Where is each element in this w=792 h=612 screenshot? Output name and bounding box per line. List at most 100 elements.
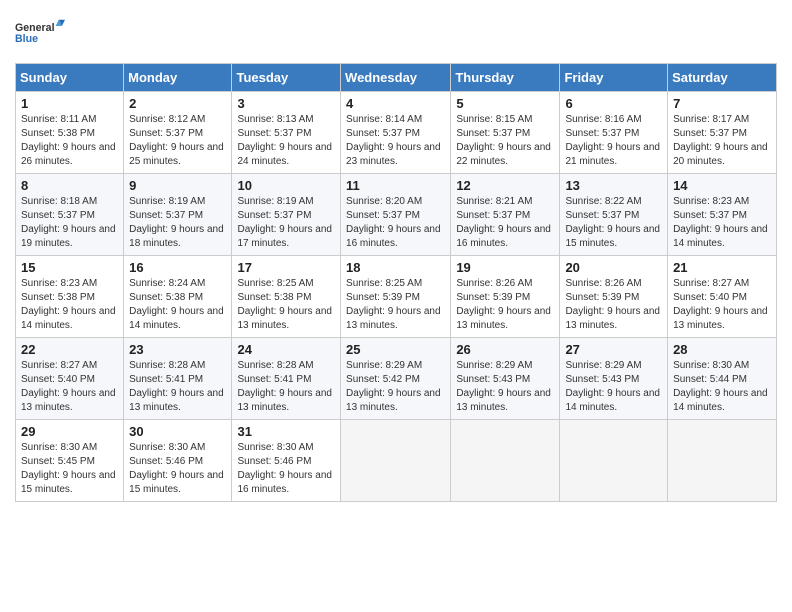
- day-number: 2: [129, 96, 226, 111]
- calendar-cell: 9 Sunrise: 8:19 AMSunset: 5:37 PMDayligh…: [124, 174, 232, 256]
- calendar-cell: 21 Sunrise: 8:27 AMSunset: 5:40 PMDaylig…: [668, 256, 777, 338]
- calendar-cell: 25 Sunrise: 8:29 AMSunset: 5:42 PMDaylig…: [341, 338, 451, 420]
- day-info: Sunrise: 8:23 AMSunset: 5:37 PMDaylight:…: [673, 195, 771, 251]
- day-number: 20: [565, 260, 662, 275]
- day-number: 1: [21, 96, 118, 111]
- day-number: 13: [565, 178, 662, 193]
- calendar-cell: 13 Sunrise: 8:22 AMSunset: 5:37 PMDaylig…: [560, 174, 668, 256]
- day-info: Sunrise: 8:30 AMSunset: 5:45 PMDaylight:…: [21, 441, 118, 497]
- day-number: 24: [237, 342, 335, 357]
- day-number: 17: [237, 260, 335, 275]
- calendar: SundayMondayTuesdayWednesdayThursdayFrid…: [15, 63, 777, 502]
- calendar-cell: 23 Sunrise: 8:28 AMSunset: 5:41 PMDaylig…: [124, 338, 232, 420]
- calendar-cell: 16 Sunrise: 8:24 AMSunset: 5:38 PMDaylig…: [124, 256, 232, 338]
- day-number: 30: [129, 424, 226, 439]
- weekday-header-tuesday: Tuesday: [232, 64, 341, 92]
- calendar-cell: [341, 420, 451, 502]
- calendar-cell: 27 Sunrise: 8:29 AMSunset: 5:43 PMDaylig…: [560, 338, 668, 420]
- logo: General Blue: [15, 10, 65, 55]
- day-number: 8: [21, 178, 118, 193]
- day-number: 23: [129, 342, 226, 357]
- day-number: 22: [21, 342, 118, 357]
- week-row-3: 15 Sunrise: 8:23 AMSunset: 5:38 PMDaylig…: [16, 256, 777, 338]
- day-info: Sunrise: 8:15 AMSunset: 5:37 PMDaylight:…: [456, 113, 554, 169]
- calendar-cell: 1 Sunrise: 8:11 AMSunset: 5:38 PMDayligh…: [16, 92, 124, 174]
- calendar-cell: [668, 420, 777, 502]
- calendar-cell: 12 Sunrise: 8:21 AMSunset: 5:37 PMDaylig…: [451, 174, 560, 256]
- day-number: 18: [346, 260, 445, 275]
- day-number: 12: [456, 178, 554, 193]
- day-info: Sunrise: 8:25 AMSunset: 5:39 PMDaylight:…: [346, 277, 445, 333]
- calendar-cell: 19 Sunrise: 8:26 AMSunset: 5:39 PMDaylig…: [451, 256, 560, 338]
- day-info: Sunrise: 8:30 AMSunset: 5:46 PMDaylight:…: [237, 441, 335, 497]
- calendar-cell: 5 Sunrise: 8:15 AMSunset: 5:37 PMDayligh…: [451, 92, 560, 174]
- day-number: 10: [237, 178, 335, 193]
- day-number: 7: [673, 96, 771, 111]
- day-info: Sunrise: 8:22 AMSunset: 5:37 PMDaylight:…: [565, 195, 662, 251]
- day-info: Sunrise: 8:30 AMSunset: 5:44 PMDaylight:…: [673, 359, 771, 415]
- calendar-cell: 26 Sunrise: 8:29 AMSunset: 5:43 PMDaylig…: [451, 338, 560, 420]
- day-info: Sunrise: 8:30 AMSunset: 5:46 PMDaylight:…: [129, 441, 226, 497]
- day-info: Sunrise: 8:29 AMSunset: 5:43 PMDaylight:…: [456, 359, 554, 415]
- day-number: 16: [129, 260, 226, 275]
- weekday-header-row: SundayMondayTuesdayWednesdayThursdayFrid…: [16, 64, 777, 92]
- day-info: Sunrise: 8:23 AMSunset: 5:38 PMDaylight:…: [21, 277, 118, 333]
- day-number: 28: [673, 342, 771, 357]
- day-info: Sunrise: 8:28 AMSunset: 5:41 PMDaylight:…: [237, 359, 335, 415]
- calendar-cell: 22 Sunrise: 8:27 AMSunset: 5:40 PMDaylig…: [16, 338, 124, 420]
- calendar-cell: 15 Sunrise: 8:23 AMSunset: 5:38 PMDaylig…: [16, 256, 124, 338]
- logo-svg: General Blue: [15, 10, 65, 55]
- calendar-cell: 18 Sunrise: 8:25 AMSunset: 5:39 PMDaylig…: [341, 256, 451, 338]
- day-number: 29: [21, 424, 118, 439]
- day-number: 3: [237, 96, 335, 111]
- day-info: Sunrise: 8:19 AMSunset: 5:37 PMDaylight:…: [129, 195, 226, 251]
- calendar-cell: [560, 420, 668, 502]
- calendar-cell: 17 Sunrise: 8:25 AMSunset: 5:38 PMDaylig…: [232, 256, 341, 338]
- weekday-header-friday: Friday: [560, 64, 668, 92]
- day-number: 25: [346, 342, 445, 357]
- day-info: Sunrise: 8:29 AMSunset: 5:42 PMDaylight:…: [346, 359, 445, 415]
- weekday-header-monday: Monday: [124, 64, 232, 92]
- day-info: Sunrise: 8:27 AMSunset: 5:40 PMDaylight:…: [673, 277, 771, 333]
- weekday-header-saturday: Saturday: [668, 64, 777, 92]
- day-info: Sunrise: 8:13 AMSunset: 5:37 PMDaylight:…: [237, 113, 335, 169]
- day-info: Sunrise: 8:14 AMSunset: 5:37 PMDaylight:…: [346, 113, 445, 169]
- day-info: Sunrise: 8:16 AMSunset: 5:37 PMDaylight:…: [565, 113, 662, 169]
- day-info: Sunrise: 8:18 AMSunset: 5:37 PMDaylight:…: [21, 195, 118, 251]
- svg-text:General: General: [15, 22, 55, 34]
- calendar-cell: 14 Sunrise: 8:23 AMSunset: 5:37 PMDaylig…: [668, 174, 777, 256]
- page: General Blue SundayMondayTuesdayWednesda…: [0, 0, 792, 612]
- day-number: 15: [21, 260, 118, 275]
- day-number: 5: [456, 96, 554, 111]
- day-info: Sunrise: 8:27 AMSunset: 5:40 PMDaylight:…: [21, 359, 118, 415]
- weekday-header-sunday: Sunday: [16, 64, 124, 92]
- calendar-cell: 6 Sunrise: 8:16 AMSunset: 5:37 PMDayligh…: [560, 92, 668, 174]
- day-info: Sunrise: 8:26 AMSunset: 5:39 PMDaylight:…: [456, 277, 554, 333]
- week-row-4: 22 Sunrise: 8:27 AMSunset: 5:40 PMDaylig…: [16, 338, 777, 420]
- day-number: 26: [456, 342, 554, 357]
- day-number: 19: [456, 260, 554, 275]
- header: General Blue: [15, 10, 777, 55]
- day-number: 4: [346, 96, 445, 111]
- day-info: Sunrise: 8:11 AMSunset: 5:38 PMDaylight:…: [21, 113, 118, 169]
- day-info: Sunrise: 8:21 AMSunset: 5:37 PMDaylight:…: [456, 195, 554, 251]
- week-row-2: 8 Sunrise: 8:18 AMSunset: 5:37 PMDayligh…: [16, 174, 777, 256]
- calendar-cell: 24 Sunrise: 8:28 AMSunset: 5:41 PMDaylig…: [232, 338, 341, 420]
- day-number: 9: [129, 178, 226, 193]
- day-number: 21: [673, 260, 771, 275]
- calendar-cell: 8 Sunrise: 8:18 AMSunset: 5:37 PMDayligh…: [16, 174, 124, 256]
- week-row-1: 1 Sunrise: 8:11 AMSunset: 5:38 PMDayligh…: [16, 92, 777, 174]
- calendar-cell: 30 Sunrise: 8:30 AMSunset: 5:46 PMDaylig…: [124, 420, 232, 502]
- day-info: Sunrise: 8:19 AMSunset: 5:37 PMDaylight:…: [237, 195, 335, 251]
- weekday-header-wednesday: Wednesday: [341, 64, 451, 92]
- day-info: Sunrise: 8:28 AMSunset: 5:41 PMDaylight:…: [129, 359, 226, 415]
- day-number: 31: [237, 424, 335, 439]
- calendar-cell: 4 Sunrise: 8:14 AMSunset: 5:37 PMDayligh…: [341, 92, 451, 174]
- day-number: 11: [346, 178, 445, 193]
- calendar-cell: 20 Sunrise: 8:26 AMSunset: 5:39 PMDaylig…: [560, 256, 668, 338]
- calendar-cell: 10 Sunrise: 8:19 AMSunset: 5:37 PMDaylig…: [232, 174, 341, 256]
- day-info: Sunrise: 8:17 AMSunset: 5:37 PMDaylight:…: [673, 113, 771, 169]
- day-info: Sunrise: 8:26 AMSunset: 5:39 PMDaylight:…: [565, 277, 662, 333]
- weekday-header-thursday: Thursday: [451, 64, 560, 92]
- calendar-cell: 2 Sunrise: 8:12 AMSunset: 5:37 PMDayligh…: [124, 92, 232, 174]
